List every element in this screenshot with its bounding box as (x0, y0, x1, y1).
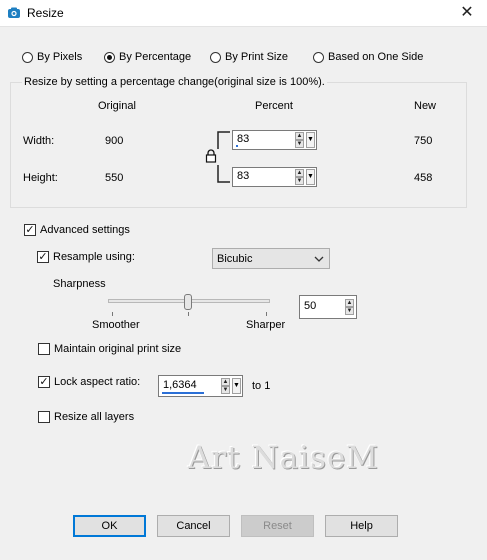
checkbox-indicator (38, 411, 50, 423)
resize-all-layers-checkbox[interactable]: Resize all layers (38, 411, 134, 423)
resample-checkbox[interactable]: ✓ Resample using: (37, 251, 135, 263)
checkbox-indicator (38, 343, 50, 355)
radio-by-percentage[interactable]: By Percentage (104, 49, 191, 65)
checkbox-indicator: ✓ (24, 224, 36, 236)
height-percent-value: 83 (237, 170, 250, 182)
width-percent-value: 83 (237, 133, 250, 145)
checkbox-label: Advanced settings (40, 224, 130, 236)
advanced-settings-checkbox[interactable]: ✓ Advanced settings (24, 224, 130, 236)
radio-based-on-one-side[interactable]: Based on One Side (313, 49, 423, 65)
spin-up-icon[interactable]: ▲ (295, 132, 304, 140)
spin-down-icon[interactable]: ▼ (295, 140, 304, 148)
text-selection-underline (162, 392, 204, 394)
spin-up-icon[interactable]: ▲ (221, 378, 230, 386)
camera-app-icon (8, 7, 20, 18)
aspect-ratio-suffix: to 1 (252, 380, 271, 392)
radio-by-pixels[interactable]: By Pixels (22, 49, 82, 65)
lock-icon[interactable] (205, 149, 217, 163)
spin-down-icon[interactable]: ▼ (295, 177, 304, 185)
spin-down-icon[interactable]: ▼ (221, 386, 230, 394)
lock-aspect-ratio-checkbox[interactable]: ✓ Lock aspect ratio: (38, 376, 140, 388)
aspect-spin-arrows[interactable]: ▲ ▼ (221, 378, 230, 394)
sharpness-spin-arrows[interactable]: ▲ ▼ (345, 299, 354, 315)
slider-tick (112, 312, 113, 316)
help-button[interactable]: Help (325, 515, 398, 537)
spin-dropdown-icon[interactable]: ▼ (232, 378, 241, 394)
resample-method-select[interactable]: Bicubic (212, 248, 330, 269)
checkbox-indicator: ✓ (38, 376, 50, 388)
aspect-ratio-input[interactable]: 1,6364 ▲ ▼ ▼ (158, 375, 243, 397)
radio-indicator (22, 51, 33, 63)
spin-dropdown-icon[interactable]: ▼ (306, 132, 315, 148)
checkbox-label: Lock aspect ratio: (54, 376, 141, 388)
reset-button[interactable]: Reset (241, 515, 314, 537)
select-value: Bicubic (217, 253, 253, 265)
aspect-ratio-value: 1,6364 (163, 379, 197, 391)
height-percent-input[interactable]: 83 ▲ ▼ ▼ (232, 167, 317, 187)
radio-by-print-size[interactable]: By Print Size (210, 49, 288, 65)
radio-label: By Pixels (37, 51, 83, 63)
column-original: Original (98, 100, 136, 112)
radio-label: Based on One Side (328, 51, 424, 63)
watermark-text: Art NaiseM (188, 440, 380, 476)
column-percent: Percent (255, 100, 293, 112)
sharpness-slider-thumb[interactable] (184, 294, 192, 310)
smoother-label: Smoother (92, 319, 140, 331)
sharper-label: Sharper (246, 319, 286, 331)
slider-tick (266, 312, 267, 316)
slider-tick (188, 312, 189, 316)
width-label: Width: (23, 135, 55, 147)
radio-indicator (210, 51, 221, 63)
radio-indicator (313, 51, 324, 63)
width-original: 900 (105, 135, 124, 147)
radio-indicator (104, 51, 115, 63)
window-title: Resize (27, 6, 64, 20)
title-bar (0, 0, 487, 27)
sharpness-label: Sharpness (53, 278, 106, 290)
column-new: New (414, 100, 437, 112)
radio-label: By Percentage (119, 51, 192, 63)
cancel-button[interactable]: Cancel (157, 515, 230, 537)
width-spin-arrows[interactable]: ▲ ▼ (295, 132, 304, 148)
spin-down-icon[interactable]: ▼ (345, 307, 354, 315)
width-new: 750 (414, 135, 433, 147)
chevron-down-icon (314, 256, 324, 262)
height-spin-arrows[interactable]: ▲ ▼ (295, 169, 304, 185)
height-new: 458 (414, 172, 433, 184)
height-original: 550 (105, 172, 124, 184)
checkbox-indicator: ✓ (37, 251, 49, 263)
spin-dropdown-icon[interactable]: ▼ (306, 169, 315, 185)
sharpness-value: 50 (304, 300, 317, 312)
text-caret (236, 145, 238, 147)
checkbox-label: Resample using: (53, 251, 135, 263)
sharpness-input[interactable]: 50 ▲ ▼ (299, 295, 357, 319)
group-caption: Resize by setting a percentage change(or… (22, 76, 327, 88)
spin-up-icon[interactable]: ▲ (295, 169, 304, 177)
checkbox-label: Maintain original print size (54, 343, 182, 355)
width-percent-input[interactable]: 83 ▲ ▼ ▼ (232, 130, 317, 150)
checkbox-label: Resize all layers (54, 411, 135, 423)
spin-up-icon[interactable]: ▲ (345, 299, 354, 307)
ok-button[interactable]: OK (73, 515, 146, 537)
radio-label: By Print Size (225, 51, 288, 63)
height-label: Height: (23, 172, 58, 184)
maintain-print-size-checkbox[interactable]: Maintain original print size (38, 343, 181, 355)
close-icon[interactable]: ✕ (458, 4, 476, 22)
